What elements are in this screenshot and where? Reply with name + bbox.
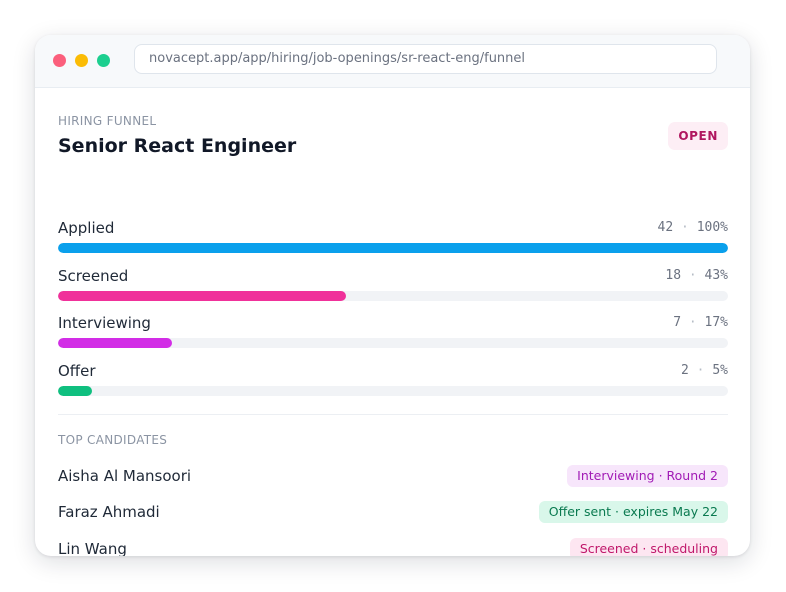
progress-track	[58, 386, 728, 396]
stage-label: Applied	[58, 219, 115, 237]
status-badge: OPEN	[668, 122, 728, 150]
candidate-row[interactable]: Faraz Ahmadi Offer sent · expires May 22	[58, 501, 728, 525]
stage-percent: 43%	[704, 268, 728, 283]
close-window-button[interactable]	[53, 54, 66, 67]
stage-label: Interviewing	[58, 314, 151, 332]
stage-stats: 42 · 100%	[657, 220, 728, 235]
funnel-stage-applied: Applied 42 · 100%	[58, 219, 728, 259]
stage-stats: 18 · 43%	[665, 268, 728, 283]
progress-fill	[58, 243, 728, 253]
browser-window: novacept.app/app/hiring/job-openings/sr-…	[35, 35, 750, 556]
candidate-status-badge: Interviewing · Round 2	[567, 465, 728, 487]
stage-stats: 2 · 5%	[681, 363, 728, 378]
progress-fill	[58, 291, 347, 301]
stage-count: 2	[681, 363, 689, 378]
stage-percent: 100%	[696, 220, 728, 235]
progress-track	[58, 243, 728, 253]
stage-percent: 5%	[712, 363, 728, 378]
candidate-status-badge: Offer sent · expires May 22	[538, 501, 728, 523]
title-bar: novacept.app/app/hiring/job-openings/sr-…	[35, 35, 750, 88]
funnel-stage-screened: Screened 18 · 43%	[58, 267, 728, 307]
candidate-name[interactable]: Lin Wang	[58, 540, 127, 556]
stage-count: 42	[657, 220, 674, 235]
page-title: Senior React Engineer	[58, 135, 297, 157]
divider	[58, 414, 728, 415]
funnel-stage-offer: Offer 2 · 5%	[58, 362, 728, 402]
stage-count: 7	[673, 315, 682, 330]
stage-count: 18	[665, 268, 682, 283]
candidate-row[interactable]: Lin Wang Screened · scheduling	[58, 538, 728, 556]
maximize-window-button[interactable]	[97, 54, 110, 67]
progress-track	[58, 291, 728, 301]
stage-label: Offer	[58, 362, 96, 380]
stage-stats: 7 · 17%	[673, 315, 728, 330]
minimize-window-button[interactable]	[75, 54, 88, 67]
progress-fill	[58, 338, 172, 348]
progress-track	[58, 338, 728, 348]
candidate-status-badge: Screened · scheduling	[569, 538, 728, 556]
address-bar[interactable]: novacept.app/app/hiring/job-openings/sr-…	[134, 44, 717, 74]
candidate-name[interactable]: Aisha Al Mansoori	[58, 467, 191, 485]
stage-percent: 17%	[704, 315, 728, 330]
candidate-name[interactable]: Faraz Ahmadi	[58, 503, 160, 521]
section-eyebrow: HIRING FUNNEL	[58, 114, 157, 128]
candidate-row[interactable]: Aisha Al Mansoori Interviewing · Round 2	[58, 465, 728, 489]
candidates-section-title: TOP CANDIDATES	[58, 433, 168, 447]
stage-label: Screened	[58, 267, 129, 285]
funnel-stage-interviewing: Interviewing 7 · 17%	[58, 314, 728, 354]
progress-fill	[58, 386, 92, 396]
